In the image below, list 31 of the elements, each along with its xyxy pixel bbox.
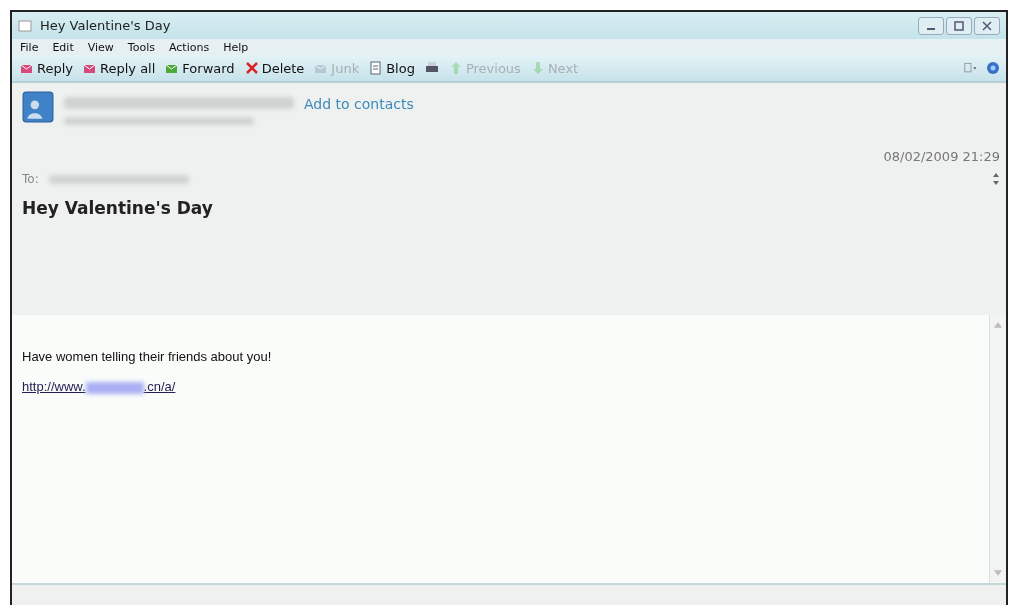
document-icon — [369, 61, 384, 75]
window-title: Hey Valentine's Day — [40, 18, 171, 33]
to-label: To: — [22, 172, 39, 186]
reply-button[interactable]: Reply — [18, 60, 75, 76]
maximize-button[interactable] — [946, 16, 972, 35]
delete-button[interactable]: Delete — [242, 60, 307, 76]
close-button[interactable] — [974, 16, 1000, 35]
forward-button[interactable]: Forward — [163, 60, 237, 76]
menu-item[interactable]: Help — [223, 40, 249, 54]
maximize-icon — [954, 20, 964, 31]
menu-item[interactable]: View — [87, 40, 114, 54]
close-icon — [982, 20, 992, 31]
x-icon — [244, 61, 259, 75]
message-icon — [18, 18, 32, 33]
replyall-button[interactable]: Reply all — [81, 60, 158, 76]
redacted-domain — [85, 381, 144, 394]
menu-item[interactable]: File — [20, 40, 39, 54]
menu-item[interactable]: Tools — [127, 40, 155, 54]
help-icon[interactable] — [986, 61, 1000, 75]
contact-avatar-icon — [22, 91, 54, 123]
message-text: Have women telling their friends about you! — [22, 349, 273, 364]
blog-button[interactable]: Blog — [367, 60, 417, 76]
message-subject: Hey Valentine's Day — [22, 198, 214, 218]
menu-item[interactable]: Edit — [52, 40, 74, 54]
minimize-button[interactable] — [918, 16, 944, 35]
printer-icon — [424, 61, 439, 75]
menu-item[interactable]: Actions — [168, 40, 210, 54]
scroll-arrows-icon[interactable] — [992, 172, 1000, 186]
minimize-icon — [927, 27, 935, 30]
message-link[interactable]: http://www. .cn/a/ — [22, 379, 176, 394]
message-date: 08/02/2009 21:29 — [882, 149, 1000, 164]
